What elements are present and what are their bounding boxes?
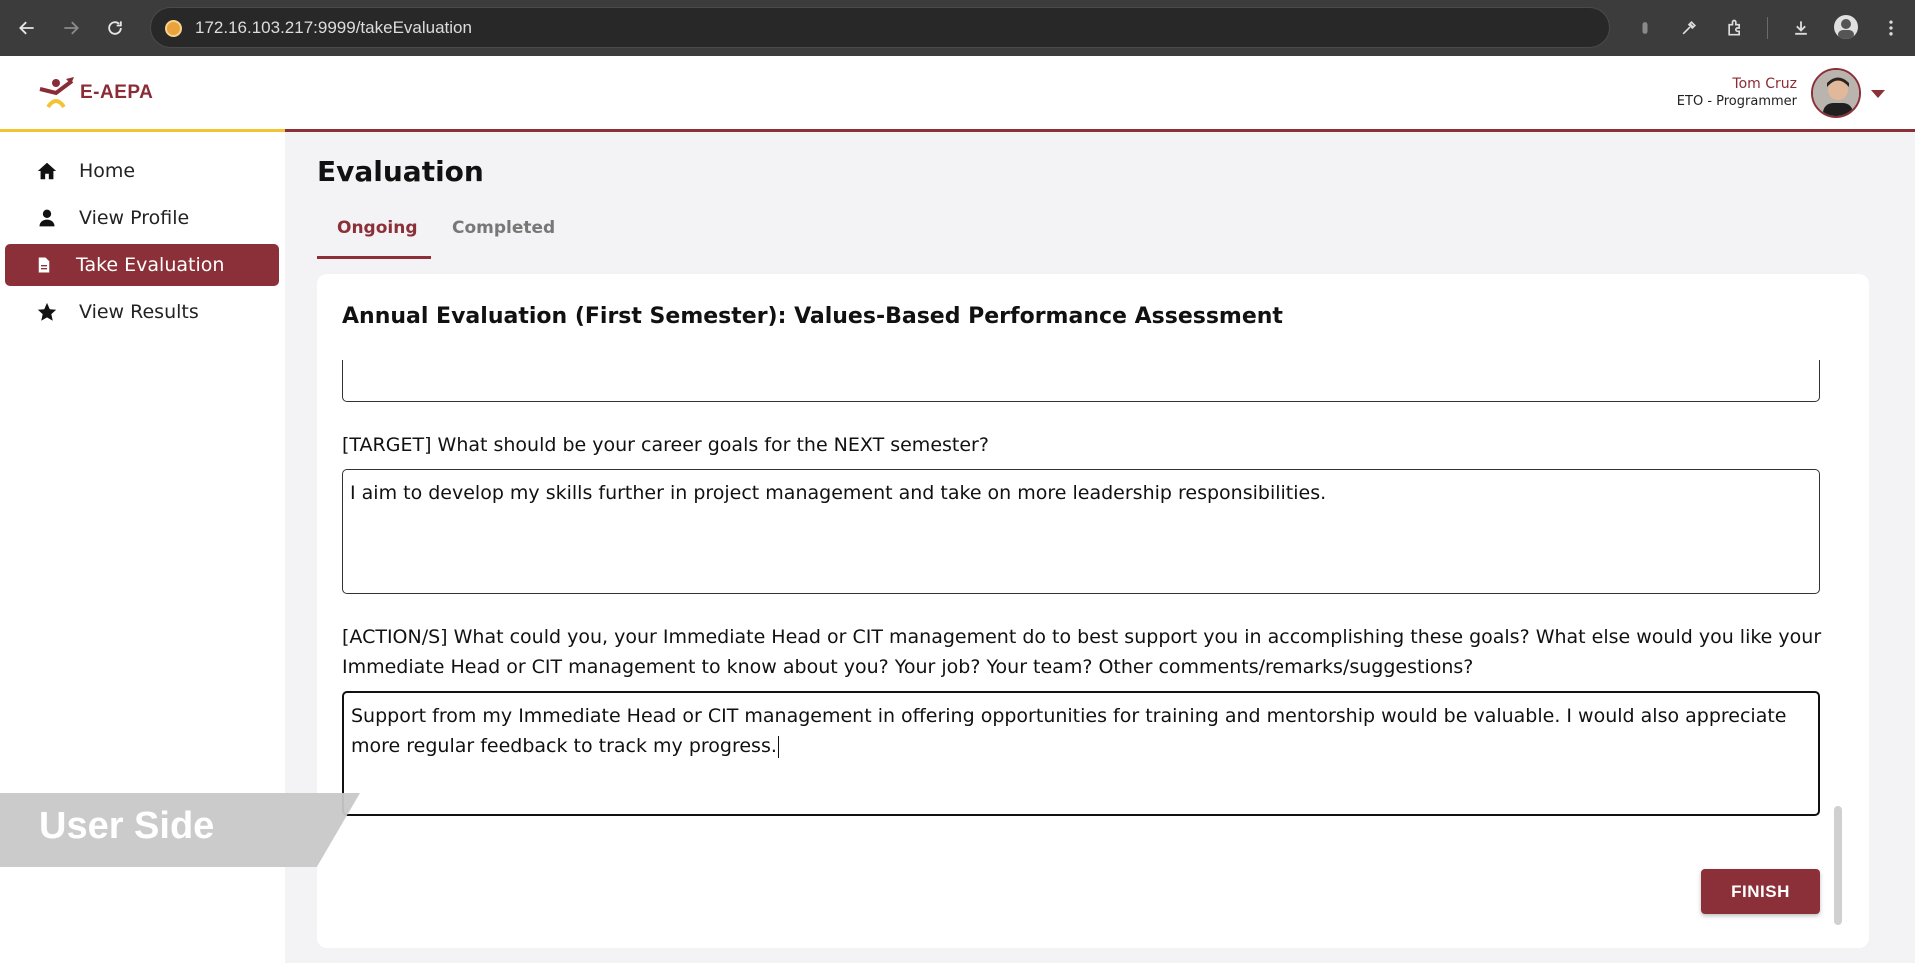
sidebar-item-take-evaluation[interactable]: Take Evaluation	[5, 244, 279, 286]
site-info-icon[interactable]	[165, 20, 182, 37]
tab-ongoing[interactable]: Ongoing	[337, 218, 418, 238]
finish-button[interactable]: FINISH	[1701, 869, 1820, 914]
home-icon	[35, 159, 59, 183]
app-logo[interactable]: E-AEPA	[36, 72, 153, 114]
browser-menu-icon[interactable]	[1876, 13, 1906, 43]
text-cursor	[777, 735, 779, 758]
questions-scroll-area[interactable]: [TARGET] What should be your career goal…	[317, 360, 1869, 948]
evaluation-title: Annual Evaluation (First Semester): Valu…	[342, 304, 1283, 329]
sidebar-item-home[interactable]: Home	[5, 150, 279, 192]
watermark-text: User Side	[39, 805, 215, 847]
eyedropper-icon[interactable]	[1674, 13, 1704, 43]
active-tab-indicator	[317, 256, 431, 259]
support-actions-textarea[interactable]: Support from my Immediate Head or CIT ma…	[342, 691, 1820, 816]
logo-text: E-AEPA	[80, 82, 154, 103]
user-menu-chevron-down-icon[interactable]	[1871, 90, 1885, 98]
star-icon	[35, 300, 59, 324]
file-icon	[32, 253, 56, 277]
sidebar-item-label: Take Evaluation	[76, 254, 225, 276]
sidebar-item-label: Home	[79, 160, 136, 182]
toolbar-divider	[1767, 17, 1768, 39]
career-goals-textarea[interactable]: I aim to develop my skills further in pr…	[342, 469, 1820, 594]
sidebar-item-label: View Profile	[79, 207, 190, 229]
back-icon[interactable]	[12, 13, 42, 43]
extensions-icon[interactable]	[1720, 13, 1750, 43]
avatar[interactable]	[1811, 68, 1861, 118]
download-icon[interactable]	[1786, 13, 1816, 43]
question-label: [TARGET] What should be your career goal…	[342, 434, 989, 456]
sidebar-item-view-results[interactable]: View Results	[5, 291, 279, 333]
browser-toolbar: 172.16.103.217:9999/takeEvaluation	[0, 0, 1915, 56]
question-label: [ACTION/S] What could you, your Immediat…	[342, 626, 1822, 678]
answer-text: Support from my Immediate Head or CIT ma…	[351, 705, 1787, 757]
forward-icon[interactable]	[56, 13, 86, 43]
previous-answer-textarea[interactable]	[342, 360, 1820, 402]
page-title: Evaluation	[317, 155, 484, 188]
user-role: ETO - Programmer	[1676, 94, 1797, 109]
extension-puzzle-dim-icon[interactable]	[1630, 13, 1660, 43]
scrollbar[interactable]	[1834, 806, 1842, 925]
app-header: E-AEPA Tom Cruz ETO - Programmer	[0, 56, 1915, 132]
tab-completed[interactable]: Completed	[452, 218, 555, 238]
browser-profile-avatar[interactable]	[1834, 15, 1858, 39]
header-accent-red	[285, 129, 1915, 132]
sidebar-item-label: View Results	[79, 301, 199, 323]
user-icon	[35, 206, 59, 230]
logo-figure-icon	[39, 77, 74, 109]
reload-icon[interactable]	[100, 13, 130, 43]
user-name: Tom Cruz	[1732, 76, 1797, 92]
sidebar-item-view-profile[interactable]: View Profile	[5, 197, 279, 239]
url-text: 172.16.103.217:9999/takeEvaluation	[195, 18, 472, 37]
address-bar[interactable]: 172.16.103.217:9999/takeEvaluation	[150, 7, 1610, 48]
